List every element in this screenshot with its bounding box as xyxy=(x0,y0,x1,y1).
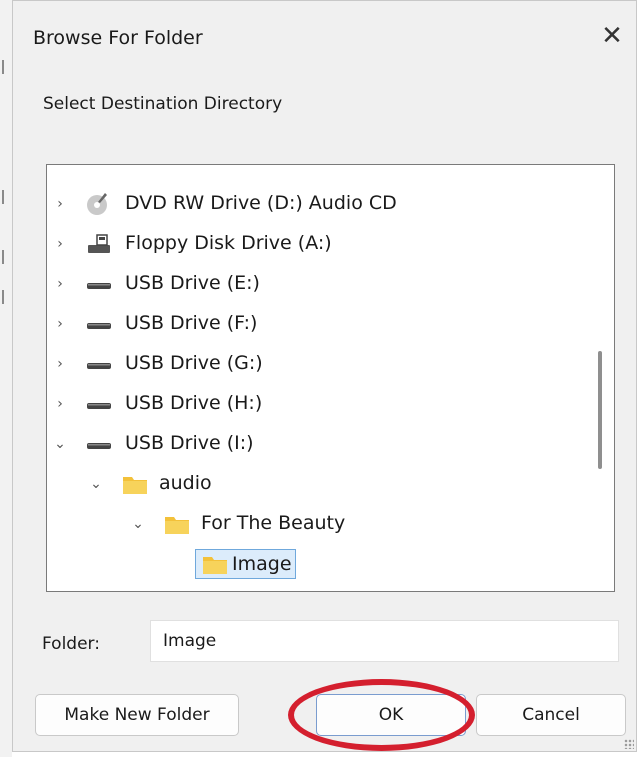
expand-chevron-icon[interactable]: › xyxy=(53,395,67,413)
instruction-text: Select Destination Directory xyxy=(43,94,283,114)
background-mark xyxy=(2,250,10,264)
folder-icon xyxy=(163,511,191,537)
tree-item-label: audio xyxy=(159,472,212,494)
collapse-chevron-icon[interactable]: ⌄ xyxy=(53,435,67,453)
background-mark xyxy=(2,190,10,204)
usb-drive-icon xyxy=(85,431,113,457)
cancel-button[interactable]: Cancel xyxy=(476,694,626,736)
usb-drive-icon xyxy=(85,351,113,377)
usb-drive-icon xyxy=(85,271,113,297)
expand-chevron-icon[interactable]: › xyxy=(53,235,67,253)
tree-item-usb-drive-i[interactable]: ⌄ USB Drive (I:) xyxy=(47,425,587,463)
background-mark xyxy=(2,290,10,304)
ok-button[interactable]: OK xyxy=(316,694,466,736)
background-window-edge xyxy=(0,0,12,757)
tree-item-floppy-drive[interactable]: › Floppy Disk Drive (A:) xyxy=(47,225,587,263)
folder-name-input[interactable]: Image xyxy=(150,620,619,662)
folder-icon xyxy=(201,551,229,577)
floppy-drive-icon xyxy=(85,231,113,257)
resize-grip[interactable] xyxy=(624,739,634,749)
tree-item-label: USB Drive (I:) xyxy=(125,432,254,454)
usb-drive-icon xyxy=(85,391,113,417)
tree-item-label: USB Drive (G:) xyxy=(125,352,263,374)
tree-item-label: USB Drive (E:) xyxy=(125,272,260,294)
background-mark xyxy=(2,60,10,74)
tree-item-for-the-beauty[interactable]: ⌄ For The Beauty xyxy=(47,505,587,543)
expand-chevron-icon[interactable]: › xyxy=(53,355,67,373)
expand-chevron-icon[interactable]: › xyxy=(53,195,67,213)
collapse-chevron-icon[interactable]: ⌄ xyxy=(89,475,103,493)
usb-drive-icon xyxy=(85,311,113,337)
tree-item-label: Floppy Disk Drive (A:) xyxy=(125,232,332,254)
tree-item-audio[interactable]: ⌄ audio xyxy=(47,465,587,503)
tree-item-label: For The Beauty xyxy=(201,512,346,534)
dialog-title: Browse For Folder xyxy=(33,27,203,49)
close-icon: ✕ xyxy=(601,21,623,51)
folder-field-label: Folder: xyxy=(42,634,100,654)
folder-icon xyxy=(121,471,149,497)
tree-item-label: DVD RW Drive (D:) Audio CD xyxy=(125,192,397,214)
close-button[interactable]: ✕ xyxy=(594,19,630,55)
make-new-folder-button[interactable]: Make New Folder xyxy=(35,694,239,736)
tree-item-usb-drive-g[interactable]: › USB Drive (G:) xyxy=(47,345,587,383)
tree-item-dvd-drive[interactable]: › DVD RW Drive (D:) Audio CD xyxy=(47,185,587,223)
expand-chevron-icon[interactable]: › xyxy=(53,275,67,293)
tree-item-label: USB Drive (F:) xyxy=(125,312,258,334)
tree-item-image[interactable]: Image xyxy=(47,545,587,583)
tree-item-label: USB Drive (H:) xyxy=(125,392,263,414)
expand-chevron-icon[interactable]: › xyxy=(53,315,67,333)
title-bar[interactable]: Browse For Folder ✕ xyxy=(13,1,636,81)
tree-item-usb-drive-f[interactable]: › USB Drive (F:) xyxy=(47,305,587,343)
browse-for-folder-dialog: Browse For Folder ✕ Select Destination D… xyxy=(12,0,637,752)
tree-item-usb-drive-e[interactable]: › USB Drive (E:) xyxy=(47,265,587,303)
folder-tree[interactable]: › DVD RW Drive (D:) Audio CD › Floppy Di… xyxy=(46,164,615,592)
tree-item-usb-drive-h[interactable]: › USB Drive (H:) xyxy=(47,385,587,423)
dvd-drive-icon xyxy=(85,191,113,217)
collapse-chevron-icon[interactable]: ⌄ xyxy=(131,515,145,533)
tree-scrollbar-thumb[interactable] xyxy=(598,351,602,469)
